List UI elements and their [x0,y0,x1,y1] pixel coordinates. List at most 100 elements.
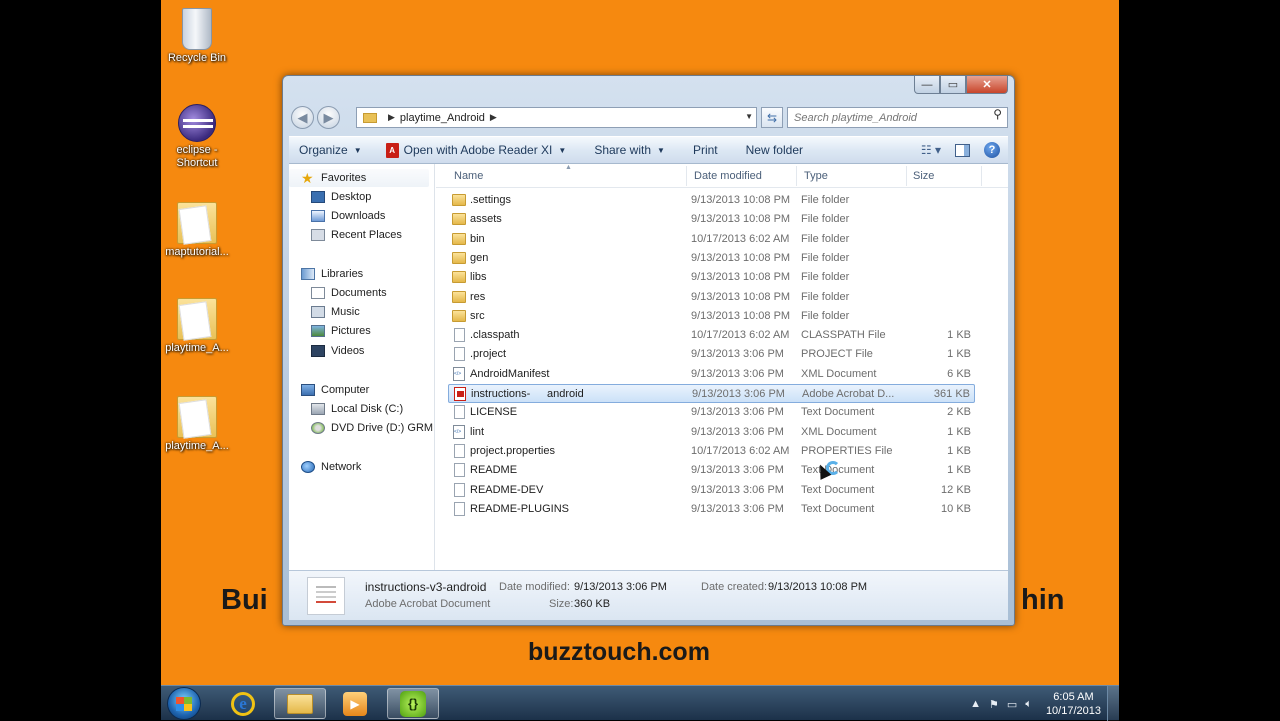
taskbar-media-player[interactable]: ▶ [329,688,381,719]
nav-computer[interactable]: Computer [301,381,369,399]
chevron-down-icon: ▼ [657,145,665,155]
nav-documents[interactable]: Documents [311,284,387,302]
file-row[interactable]: gen 9/13/2013 10:08 PM File folder [448,249,975,268]
desktop-icon-label: Recycle Bin [167,52,227,64]
folder-icon [452,290,466,303]
folder-icon [177,396,217,438]
address-row: ◀ ▶ ▶ playtime_Android ▶ ▼ ⇆ ⚲ [289,104,1008,130]
clock[interactable]: 6:05 AM 10/17/2013 [1046,690,1101,718]
file-row[interactable]: .project 9/13/2013 3:06 PM PROJECT File 1 K… [448,345,975,364]
change-view-button[interactable]: ☷ ▾ [921,143,941,157]
computer-icon [301,384,315,396]
desktop-icon-recycle-bin[interactable]: Recycle Bin [161,8,235,65]
file-row[interactable]: src 9/13/2013 10:08 PM File folder [448,307,975,326]
nav-pictures[interactable]: Pictures [311,322,371,340]
column-divider[interactable] [796,166,797,186]
file-row[interactable]: README 9/13/2013 3:06 PM Text Document 1 KB [448,461,975,480]
folder-icon [452,194,466,206]
organize-button[interactable]: Organize ▼ [289,143,372,157]
file-icon [454,405,465,420]
column-header-date-modified[interactable]: Date modified [694,170,762,182]
nav-music[interactable]: Music [311,303,360,321]
taskbar-buzztouch-app[interactable]: {} [387,688,439,719]
desktop-icon-label: maptutorial... [165,246,229,258]
show-hidden-icons-button[interactable]: ▲ [970,698,981,710]
file-row[interactable]: .settings 9/13/2013 10:08 PM File folder [448,191,975,210]
column-divider[interactable] [686,166,687,186]
nav-network[interactable]: Network [301,458,361,476]
file-type: XML Document [801,367,877,380]
taskbar: e ▶ {} ▲ ⚑ ▭ 🔈︎ 6:05 AM 10/17/2013 [161,685,1119,721]
column-divider[interactable] [981,166,982,186]
nav-favorites[interactable]: ★ Favorites [289,169,429,187]
file-row[interactable]: assets 9/13/2013 10:08 PM File folder [448,210,975,229]
address-bar[interactable]: ▶ playtime_Android ▶ ▼ [356,107,757,128]
desktop-icon-label: playtime_A... [165,440,229,452]
nav-dvd-drive[interactable]: DVD Drive (D:) GRM [311,419,433,437]
help-icon[interactable]: ? [984,142,1000,158]
search-input[interactable] [787,107,1008,128]
file-row[interactable]: project.properties 10/17/2013 6:02 AM PROP… [448,442,975,461]
action-center-flag-icon[interactable]: ⚑ [989,698,999,711]
column-divider[interactable] [906,166,907,186]
taskbar-internet-explorer[interactable]: e [217,688,269,719]
file-row[interactable]: AndroidManifest 9/13/2013 3:06 PM XML Docu… [448,365,975,384]
forward-button[interactable]: ▶ [317,106,340,129]
new-folder-button[interactable]: New folder [728,143,813,157]
start-button[interactable] [167,687,201,720]
column-headers: ▲ Name Date modified Type Size [436,164,1008,188]
file-size: 1 KB [947,444,971,457]
open-with-button[interactable]: A Open with Adobe Reader XI ▼ [372,142,577,158]
print-button[interactable]: Print [675,143,728,157]
network-status-icon[interactable]: ▭ [1007,698,1017,711]
file-row[interactable]: res 9/13/2013 10:08 PM File folder [448,288,975,307]
details-created-label: Date created: [701,581,768,593]
search-icon[interactable]: ⚲ [993,107,1002,121]
file-row[interactable]: README-PLUGINS 9/13/2013 3:06 PM Text Docu… [448,500,975,519]
preview-pane-button[interactable] [955,143,970,157]
back-arrow-icon: ◀ [297,109,308,125]
file-row[interactable]: LICENSE 9/13/2013 3:06 PM Text Document 2 K… [448,403,975,422]
column-header-size[interactable]: Size [913,170,934,182]
close-button[interactable]: ✕ [966,76,1008,94]
system-tray: ▲ ⚑ ▭ 🔈︎ 6:05 AM 10/17/2013 [966,690,1101,718]
desktop-icon [311,191,325,203]
file-row[interactable]: instructions-android 9/13/2013 3:06 PM Ado… [448,384,975,403]
maximize-button[interactable]: ▭ [940,76,966,94]
file-date-modified: 9/13/2013 3:06 PM [691,502,784,515]
file-date-modified: 9/13/2013 10:08 PM [691,290,791,303]
taskbar-windows-explorer[interactable] [274,688,326,719]
desktop-icon-playtime-1[interactable]: playtime_A... [161,298,235,355]
breadcrumb-playtime-android[interactable]: playtime_Android [400,112,485,124]
nav-videos[interactable]: Videos [311,342,364,360]
desktop-icon-eclipse[interactable]: eclipse - Shortcut [161,104,235,170]
file-row[interactable]: README-DEV 9/13/2013 3:06 PM Text Document… [448,481,975,500]
desktop-icon-playtime-2[interactable]: playtime_A... [161,396,235,453]
file-row[interactable]: libs 9/13/2013 10:08 PM File folder [448,268,975,287]
nav-local-disk[interactable]: Local Disk (C:) [311,400,403,418]
address-dropdown-icon[interactable]: ▼ [745,112,753,121]
breadcrumb-arrow-icon[interactable]: ▶ [490,112,497,123]
volume-icon[interactable]: 🔈︎ [1025,698,1032,711]
minimize-button[interactable]: — [914,76,940,94]
breadcrumb-arrow-icon[interactable]: ▶ [388,112,395,123]
column-header-name[interactable]: Name [454,170,483,182]
nav-libraries[interactable]: Libraries [301,265,363,283]
column-header-type[interactable]: Type [804,170,828,182]
nav-downloads[interactable]: Downloads [311,207,385,225]
new-folder-label: New folder [745,143,803,157]
file-row[interactable]: lint 9/13/2013 3:06 PM XML Document 1 KB [448,423,975,442]
clock-date: 10/17/2013 [1045,705,1101,717]
show-desktop-button[interactable] [1107,686,1119,721]
nav-desktop[interactable]: Desktop [311,188,371,206]
back-button[interactable]: ◀ [291,106,314,129]
share-with-button[interactable]: Share with ▼ [576,143,675,157]
desktop-icon-maptutorial[interactable]: maptutorial... [161,202,235,259]
nav-recent-places[interactable]: Recent Places [311,226,402,244]
file-row[interactable]: bin 10/17/2013 6:02 AM File folder [448,230,975,249]
file-row[interactable]: .classpath 10/17/2013 6:02 AM CLASSPATH Fi… [448,326,975,345]
file-date-modified: 10/17/2013 6:02 AM [691,232,790,245]
file-name: libs [470,271,487,284]
refresh-button[interactable]: ⇆ [761,107,783,128]
file-date-modified: 9/13/2013 3:06 PM [691,406,784,419]
